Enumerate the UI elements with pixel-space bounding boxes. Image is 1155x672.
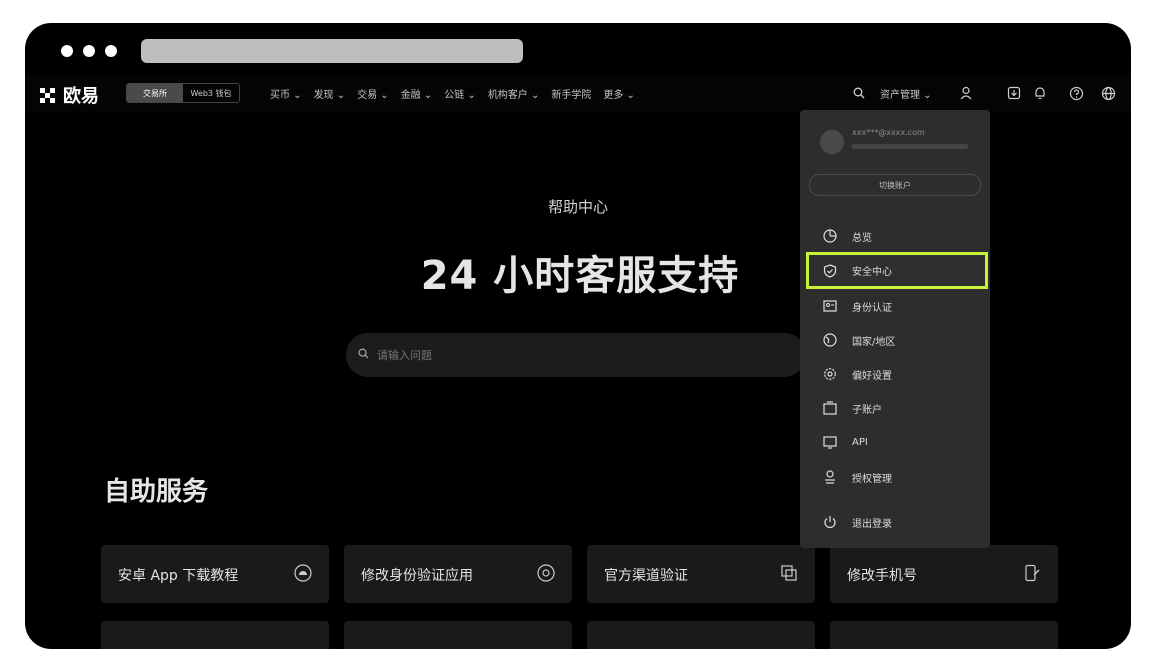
self-service-title: 自助服务: [104, 477, 209, 507]
card-android-app-tutorial[interactable]: 安卓 App 下载教程: [101, 545, 329, 603]
menu-item-logout[interactable]: 退出登录: [809, 506, 985, 538]
search-icon: [358, 348, 369, 362]
nav-finance[interactable]: 金融 ⌄: [401, 86, 433, 101]
nav-links: 买币 ⌄ 发现 ⌄ 交易 ⌄ 金融 ⌄ 公链 ⌄ 机构客户 ⌄ 新手学院 更多 …: [270, 75, 647, 111]
menu-item-overview[interactable]: 总览: [809, 220, 985, 252]
menu-item-label: 国家/地区: [852, 336, 896, 348]
nav-discover[interactable]: 发现 ⌄: [314, 86, 346, 101]
card-row-2[interactable]: [830, 621, 1058, 649]
menu-item-label: 授权管理: [852, 473, 892, 485]
logout-icon: [820, 512, 840, 532]
window-minimize-dot[interactable]: [83, 45, 95, 57]
nav-more[interactable]: 更多 ⌄: [603, 86, 635, 101]
card-row-2[interactable]: [344, 621, 572, 649]
window-close-dot[interactable]: [61, 45, 73, 57]
card-change-phone[interactable]: 修改手机号: [830, 545, 1058, 603]
brand-name: 欧易: [63, 86, 99, 107]
shield-icon: [820, 261, 840, 281]
menu-item-label: 安全中心: [852, 267, 892, 278]
top-navigation: 欧易 交易所 Web3 钱包 买币 ⌄ 发现 ⌄ 交易 ⌄ 金融 ⌄ 公链 ⌄ …: [25, 75, 1131, 111]
search-icon[interactable]: [850, 84, 868, 102]
account-email: xxx***@xxxx.com: [852, 128, 925, 137]
menu-item-label: API: [852, 436, 868, 448]
window-maximize-dot[interactable]: [105, 45, 117, 57]
card-label: 官方渠道验证: [604, 568, 688, 584]
menu-item-country-region[interactable]: 国家/地区: [809, 324, 985, 356]
nav-buy-crypto[interactable]: 买币 ⌄: [270, 86, 302, 101]
menu-item-label: 退出登录: [852, 518, 892, 530]
title-bar: [25, 23, 1131, 75]
menu-item-sub-account[interactable]: 子账户: [809, 392, 985, 424]
address-bar[interactable]: [141, 39, 523, 63]
card-change-authenticator[interactable]: 修改身份验证应用: [344, 545, 572, 603]
menu-item-label: 子账户: [852, 404, 882, 416]
user-icon[interactable]: [957, 84, 975, 102]
authenticator-icon: [536, 563, 556, 583]
search-placeholder: 请输入问题: [377, 349, 432, 362]
mode-switch: 交易所 Web3 钱包: [126, 83, 240, 103]
menu-item-label: 总览: [852, 232, 872, 244]
help-search-input[interactable]: 请输入问题: [346, 333, 806, 377]
menu-item-label: 偏好设置: [852, 370, 892, 382]
nav-learn[interactable]: 新手学院: [551, 86, 591, 101]
assets-menu[interactable]: 资产管理 ⌄: [880, 86, 932, 101]
api-icon: [820, 432, 840, 452]
android-icon: [293, 563, 313, 583]
authorization-icon: [820, 467, 840, 487]
menu-item-api[interactable]: API: [809, 426, 985, 458]
menu-item-authorization[interactable]: 授权管理: [809, 461, 985, 493]
overview-icon: [820, 226, 840, 246]
brand-logo[interactable]: 欧易: [39, 82, 99, 108]
menu-item-security-center[interactable]: 安全中心: [806, 252, 988, 289]
card-row-2[interactable]: [587, 621, 815, 649]
card-label: 修改身份验证应用: [361, 568, 473, 584]
card-official-channel-verify[interactable]: 官方渠道验证: [587, 545, 815, 603]
gear-icon: [820, 364, 840, 384]
help-icon[interactable]: [1067, 84, 1085, 102]
card-label: 修改手机号: [847, 568, 917, 584]
nav-chain[interactable]: 公链 ⌄: [444, 86, 476, 101]
bell-icon[interactable]: [1031, 84, 1049, 102]
okx-logo-icon: [40, 88, 55, 103]
avatar: [820, 130, 844, 154]
tab-exchange[interactable]: 交易所: [127, 84, 183, 102]
menu-item-label: 身份认证: [852, 302, 892, 314]
account-uid-line: [852, 144, 968, 149]
tab-web3-wallet[interactable]: Web3 钱包: [183, 84, 239, 102]
switch-account-button[interactable]: 切换账户: [809, 174, 981, 196]
nav-institutional[interactable]: 机构客户 ⌄: [488, 86, 540, 101]
verify-icon: [779, 563, 799, 583]
card-row-2[interactable]: [101, 621, 329, 649]
download-icon[interactable]: [1005, 84, 1023, 102]
sub-account-icon: [820, 398, 840, 418]
menu-item-identity-verification[interactable]: 身份认证: [809, 290, 985, 322]
nav-trade[interactable]: 交易 ⌄: [357, 86, 389, 101]
globe-icon[interactable]: [1099, 84, 1117, 102]
card-label: 安卓 App 下载教程: [118, 568, 239, 584]
account-dropdown: xxx***@xxxx.com 切换账户 总览 安全中心 身份认证 国家/地区: [800, 110, 990, 548]
phone-edit-icon: [1022, 563, 1042, 583]
region-icon: [820, 330, 840, 350]
id-card-icon: [820, 296, 840, 316]
menu-item-preferences[interactable]: 偏好设置: [809, 358, 985, 390]
browser-window: 欧易 交易所 Web3 钱包 买币 ⌄ 发现 ⌄ 交易 ⌄ 金融 ⌄ 公链 ⌄ …: [25, 23, 1131, 649]
